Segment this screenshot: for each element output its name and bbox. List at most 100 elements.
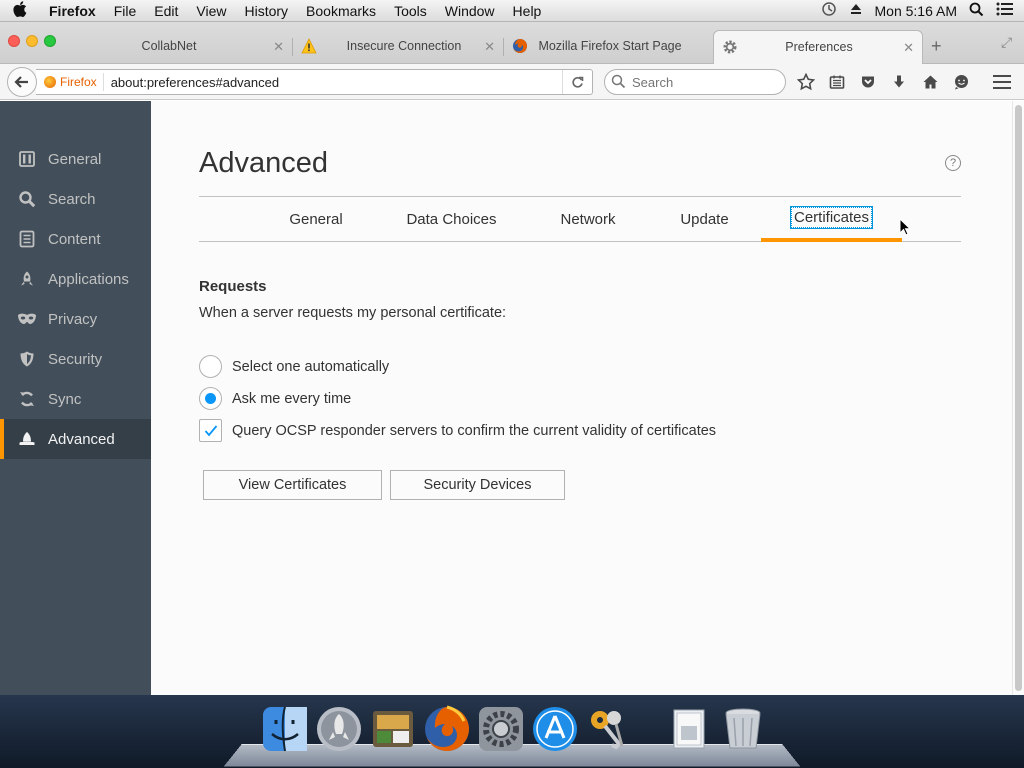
trash-icon[interactable] (719, 705, 767, 753)
tab-insecure-connection[interactable]: Insecure Connection ✕ (293, 30, 503, 64)
preview-icon[interactable] (369, 705, 417, 753)
menu-app-firefox[interactable]: Firefox (40, 3, 105, 19)
radio-button[interactable] (199, 355, 222, 378)
menu-file[interactable]: File (105, 3, 146, 19)
minimize-window-button[interactable] (26, 35, 38, 47)
sidebar-item-advanced[interactable]: Advanced (0, 419, 151, 459)
tab-title: Mozilla Firefox Start Page (538, 39, 682, 53)
sidebar-item-label: Applications (48, 270, 129, 288)
hamburger-menu-icon[interactable] (993, 75, 1011, 93)
pocket-icon[interactable] (858, 73, 878, 91)
privacy-mask-icon (16, 308, 38, 330)
eject-icon[interactable] (849, 2, 863, 19)
spotlight-search-icon[interactable] (969, 2, 984, 20)
documents-stack-icon[interactable] (665, 705, 713, 753)
view-certificates-button[interactable]: View Certificates (203, 470, 382, 500)
menu-tools[interactable]: Tools (385, 3, 436, 19)
navigation-toolbar: Firefox about:preferences#advanced (0, 64, 1024, 100)
sidebar-item-sync[interactable]: Sync (0, 379, 151, 419)
close-window-button[interactable] (8, 35, 20, 47)
tab-label: Data Choices (406, 211, 497, 228)
macos-menu-bar: Firefox File Edit View History Bookmarks… (0, 0, 1024, 22)
menu-window[interactable]: Window (436, 3, 504, 19)
ocsp-checkbox-row[interactable]: Query OCSP responder servers to confirm … (199, 419, 716, 442)
fullscreen-icon[interactable]: ⤢ (1001, 34, 1012, 51)
sidebar-item-general[interactable]: General (0, 139, 151, 179)
tab-title: Insecure Connection (346, 39, 462, 53)
firefox-dock-icon[interactable] (423, 705, 471, 753)
menu-bookmarks[interactable]: Bookmarks (297, 3, 385, 19)
tab-label: Certificates (789, 206, 874, 229)
tab-data-choices[interactable]: Data Choices (389, 197, 514, 242)
notification-center-icon[interactable] (996, 2, 1014, 19)
content-icon (16, 228, 38, 250)
downloads-icon[interactable] (889, 73, 909, 91)
sidebar-item-privacy[interactable]: Privacy (0, 299, 151, 339)
firefox-logo-icon (44, 76, 56, 88)
tab-certificates[interactable]: Certificates (761, 197, 902, 242)
menu-view[interactable]: View (187, 3, 235, 19)
tab-close-icon[interactable]: ✕ (273, 39, 284, 55)
back-button[interactable] (7, 67, 37, 97)
requests-description: When a server requests my personal certi… (199, 305, 507, 321)
advanced-subtabs: General Data Choices Network Update Cert… (199, 196, 961, 242)
help-icon[interactable]: ? (945, 155, 961, 171)
advanced-hat-icon (16, 428, 38, 450)
menubar-clock[interactable]: Mon 5:16 AM (875, 3, 958, 19)
checkmark-icon (204, 424, 217, 436)
ocsp-checkbox[interactable] (199, 419, 222, 442)
search-icon (611, 74, 627, 90)
finder-icon[interactable] (261, 705, 309, 753)
url-bar[interactable]: Firefox about:preferences#advanced (36, 69, 593, 95)
sidebar-item-applications[interactable]: Applications (0, 259, 151, 299)
menu-history[interactable]: History (235, 3, 297, 19)
security-icon (16, 348, 38, 370)
radio-select-automatically[interactable]: Select one automatically (199, 355, 389, 378)
url-text[interactable]: about:preferences#advanced (104, 75, 279, 90)
sidebar-item-label: Sync (48, 390, 82, 408)
macos-desktop (0, 695, 1024, 768)
tab-label: Network (560, 211, 616, 228)
tab-collabnet[interactable]: CollabNet ✕ (86, 30, 292, 64)
launchpad-icon[interactable] (315, 705, 363, 753)
bookmark-star-icon[interactable] (796, 73, 816, 91)
new-tab-icon[interactable]: + (931, 36, 942, 57)
menu-edit[interactable]: Edit (145, 3, 187, 19)
hello-chat-icon[interactable] (951, 73, 971, 91)
identity-box[interactable]: Firefox (36, 73, 104, 91)
menu-help[interactable]: Help (504, 3, 551, 19)
keychain-access-icon[interactable] (585, 705, 633, 753)
scrollbar[interactable] (1012, 101, 1024, 695)
tab-update[interactable]: Update (662, 197, 747, 242)
zoom-window-button[interactable] (44, 35, 56, 47)
app-store-icon[interactable] (531, 705, 579, 753)
bookmarks-menu-icon[interactable] (827, 73, 847, 91)
search-input[interactable] (632, 74, 772, 90)
sidebar-item-search[interactable]: Search (0, 179, 151, 219)
system-preferences-icon[interactable] (477, 705, 525, 753)
scrollbar-thumb[interactable] (1015, 105, 1022, 691)
ocsp-label: Query OCSP responder servers to confirm … (232, 422, 717, 439)
tab-network[interactable]: Network (542, 197, 634, 242)
firefox-logo-icon (512, 38, 528, 54)
applications-icon (16, 268, 38, 290)
tab-general[interactable]: General (271, 197, 361, 242)
home-icon[interactable] (920, 73, 940, 91)
tab-firefox-start-page[interactable]: Mozilla Firefox Start Page (504, 30, 714, 64)
sidebar-item-content[interactable]: Content (0, 219, 151, 259)
apple-icon[interactable] (0, 0, 40, 21)
back-arrow-icon (14, 76, 28, 88)
search-bar[interactable] (604, 69, 786, 95)
reload-icon[interactable] (562, 70, 592, 94)
security-devices-button[interactable]: Security Devices (390, 470, 565, 500)
time-machine-icon[interactable] (821, 1, 837, 20)
radio-button-selected[interactable] (199, 387, 222, 410)
mouse-cursor-icon (899, 218, 911, 236)
tab-close-icon[interactable]: ✕ (484, 39, 495, 55)
sidebar-item-security[interactable]: Security (0, 339, 151, 379)
toolbar-buttons (796, 73, 971, 91)
tab-preferences[interactable]: Preferences ✕ (713, 30, 923, 64)
sidebar-item-label: Search (48, 190, 96, 208)
radio-ask-every-time[interactable]: Ask me every time (199, 387, 351, 410)
tab-close-icon[interactable]: ✕ (903, 40, 914, 56)
